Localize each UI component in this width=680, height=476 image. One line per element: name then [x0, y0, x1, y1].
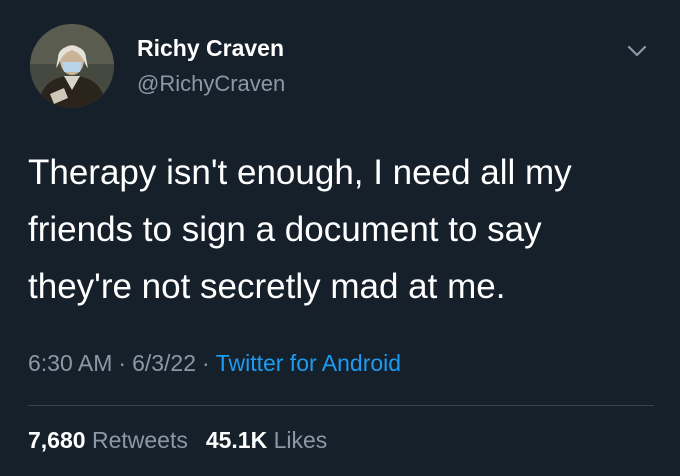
avatar-portrait-image	[30, 24, 114, 108]
tweet-text: Therapy isn't enough, I need all my frie…	[28, 144, 658, 315]
retweets-count: 7,680	[28, 427, 86, 453]
meta-separator: ·	[118, 350, 127, 376]
likes-count: 45.1K	[205, 427, 268, 453]
chevron-down-icon[interactable]	[622, 36, 652, 66]
avatar[interactable]	[30, 24, 114, 108]
tweet-source-link[interactable]: Twitter for Android	[216, 350, 401, 376]
tweet-card: Richy Craven @RichyCraven Therapy isn't …	[0, 0, 680, 476]
retweets-stat[interactable]: 7,680 Retweets	[28, 427, 188, 453]
tweet-metadata: 6:30 AM · 6/3/22 · Twitter for Android	[28, 350, 401, 377]
likes-stat[interactable]: 45.1K Likes	[206, 427, 327, 453]
likes-label: Likes	[273, 427, 328, 453]
retweets-label: Retweets	[91, 427, 188, 453]
tweet-text-line: they're not secretly mad at me.	[28, 267, 506, 306]
author-name[interactable]: Richy Craven	[137, 35, 284, 62]
tweet-stats: 7,680 Retweets 45.1K Likes	[28, 427, 327, 454]
tweet-time[interactable]: 6:30 AM	[28, 350, 112, 376]
tweet-text-line: Therapy isn't enough, I need all my	[28, 153, 572, 192]
divider	[28, 405, 654, 406]
author-handle[interactable]: @RichyCraven	[137, 71, 285, 97]
tweet-text-line: friends to sign a document to say	[28, 210, 542, 249]
tweet-date[interactable]: 6/3/22	[132, 350, 196, 376]
meta-separator: ·	[202, 350, 210, 376]
